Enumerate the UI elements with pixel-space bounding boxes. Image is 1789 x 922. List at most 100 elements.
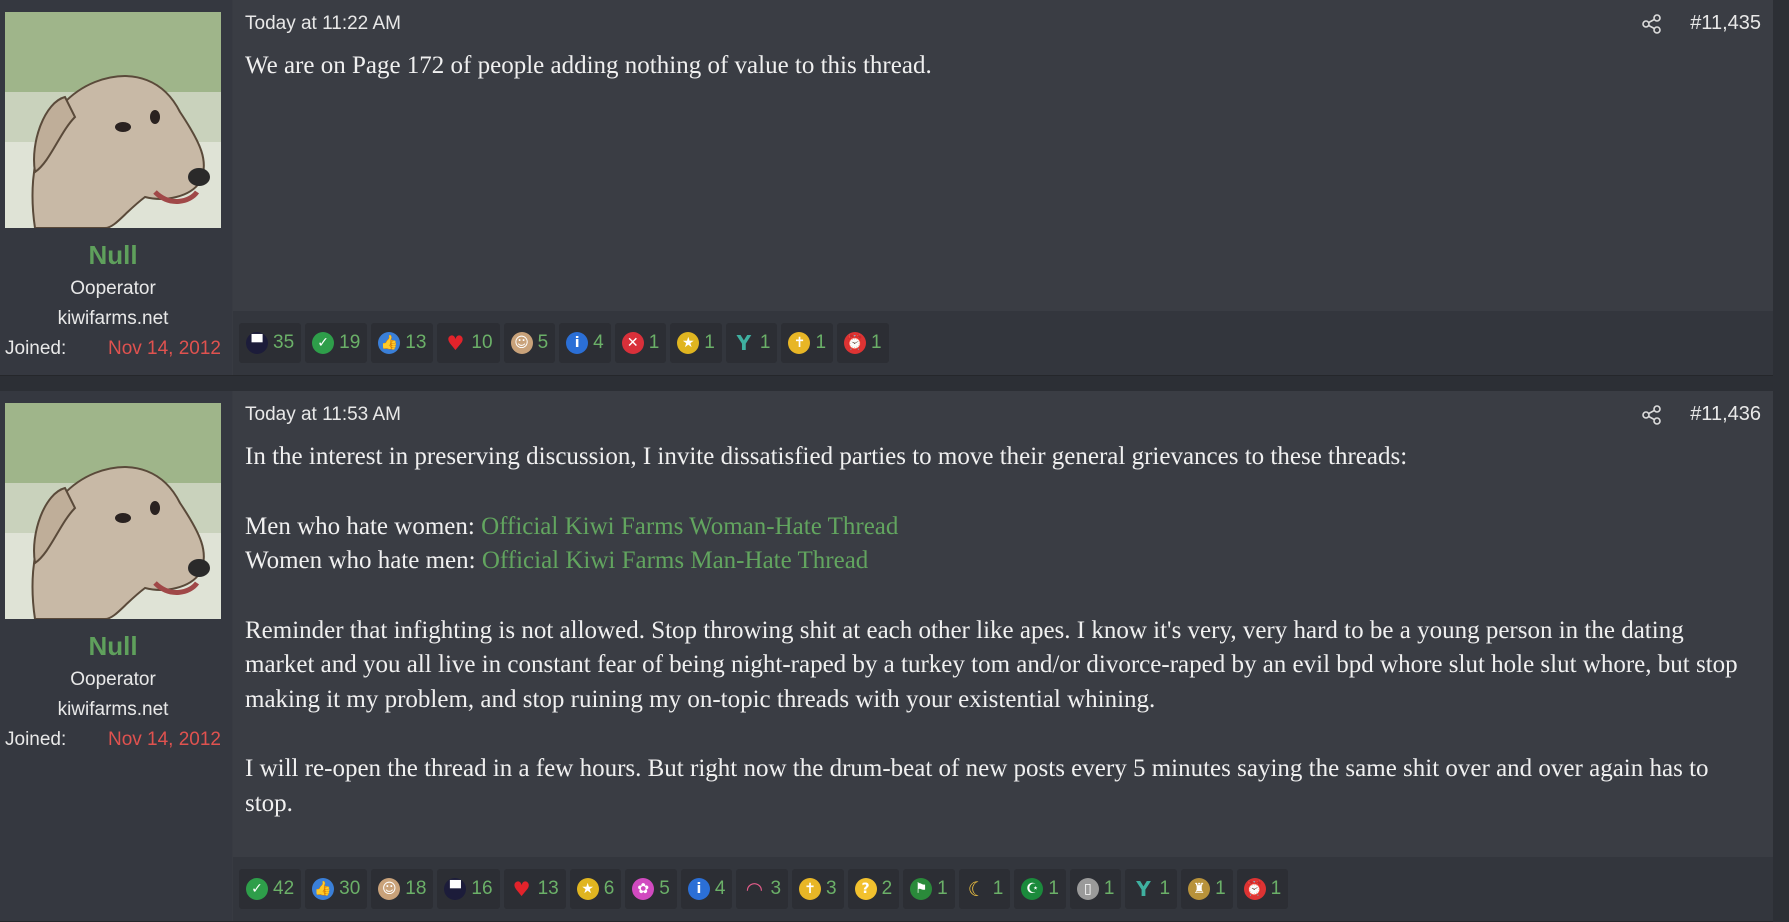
tombstone-icon: ▯ [1076,878,1099,900]
avatar[interactable] [5,403,221,619]
reaction-medal[interactable]: ★ 1 [670,323,722,363]
alarm-clock-icon: ⏰ [844,332,867,354]
reaction-count: 13 [405,332,427,353]
reaction-tombstone[interactable]: ▯ 1 [1069,869,1122,909]
reaction-flag[interactable]: ⚑ 1 [903,869,955,909]
medal-icon: ★ [677,332,700,354]
cocktail-icon: Y [736,331,752,355]
reaction-count: 3 [770,878,782,899]
post-number[interactable]: #11,436 [1690,403,1761,426]
reaction-monkey[interactable]: ☺ 18 [371,869,434,909]
reaction-thumbs-up[interactable]: 👍 30 [305,869,368,909]
checkmark-icon: ✓ [246,878,268,900]
reaction-cocktail[interactable]: Y1 [1125,869,1178,909]
thinking-face-icon: ? [854,878,877,900]
reaction-count: 1 [937,878,948,899]
reaction-alarm-clock[interactable]: ⏰ 1 [1236,869,1289,909]
reaction-medal[interactable]: ★ 6 [569,869,622,909]
reaction-info[interactable]: i4 [680,869,733,909]
reaction-count: 30 [339,878,361,899]
post-timestamp[interactable]: Today at 11:53 AM [245,404,401,426]
puzzle-icon: ✿ [632,878,655,900]
avatar[interactable] [5,12,221,228]
joined-row: Joined: Nov 14, 2012 [5,729,221,751]
heart-icon: ♥ [512,877,531,901]
reaction-star-crescent[interactable]: ☪ 1 [1014,869,1066,909]
reaction-top-hat[interactable]: ▀ 35 [239,323,302,363]
reaction-trophy[interactable]: ♜ 1 [1181,869,1233,909]
thread-link-label: Men who hate women: [245,512,482,540]
cross-icon: ✝ [799,878,822,900]
reaction-thumbs-up[interactable]: 👍 13 [371,323,434,363]
monkey-icon: ☺ [510,332,533,354]
username[interactable]: Null [0,240,226,271]
reaction-checkmark[interactable]: ✓ 19 [305,323,368,363]
joined-label: Joined: [5,338,67,359]
reaction-count: 1 [1103,878,1115,899]
medal-icon: ★ [576,878,599,900]
joined-label: Joined: [5,729,67,750]
reaction-count: 19 [339,332,361,353]
reaction-x[interactable]: ✕ 1 [614,323,667,363]
post-number[interactable]: #11,435 [1690,12,1761,35]
trophy-icon: ♜ [1188,878,1211,900]
reaction-cross[interactable]: ✝ 1 [781,323,834,363]
reaction-count: 10 [471,332,493,353]
post-body: In the interest in preserving discussion… [245,440,1753,821]
thread-link-label: Women who hate men: [245,547,482,574]
reaction-count: 2 [881,878,893,899]
reaction-cross[interactable]: ✝ 3 [792,869,844,909]
user-info-panel: Null Ooperator kiwifarms.net Joined: Nov… [0,391,232,921]
user-title: Ooperator [70,669,156,690]
reaction-count: 1 [648,332,660,353]
reaction-moon[interactable]: ☾ 1 [958,869,1011,909]
user-title: Ooperator [70,278,156,299]
reaction-heart[interactable]: ♥ 10 [437,323,500,363]
reaction-puzzle[interactable]: ✿ 5 [625,869,677,909]
reactions-list: ✓ 42 👍 30 ☺ 18 ▀ 16 ♥ 13 ★ 6 ✿ 5 i 4 ◠ 3 ✝ 3? 2 ⚑ 1 ☾ 1 ☪ 1 ▯ 1 Y 1 ♜ 1 ⏰… [239,869,1289,909]
cross-icon: ✝ [788,332,811,354]
man-hate-thread-link[interactable]: Official Kiwi Farms Man-Hate Thread [482,547,868,574]
reaction-count: 4 [714,878,726,899]
post-main: Today at 11:22 AM #11,435 We are on Page… [233,0,1773,375]
reactions-list: ▀ 35 ✓ 19 👍 13 ♥ 10 ☺ 5 i 4 ✕ 1 ★ 1 Y 1 ✝ 1 ⏰ 1 [239,323,889,363]
reaction-info[interactable]: i4 [559,323,611,363]
reaction-checkmark[interactable]: ✓ 42 [239,869,302,909]
thumbs-up-icon: 👍 [378,332,401,354]
woman-hate-thread-link[interactable]: Official Kiwi Farms Woman-Hate Thread [481,513,898,540]
reaction-thinking-face[interactable]: ? 2 [847,869,900,909]
post-main: Today at 11:53 AM #11,436 In the interes… [233,391,1773,921]
user-site: kiwifarms.net [57,308,169,329]
info-icon: i [566,332,589,354]
reactions-bar: ✓ 42 👍 30 ☺ 18 ▀ 16 ♥ 13 ★ 6 ✿ 5 i 4 ◠ 3 ✝ 3? 2 ⚑ 1 ☾ 1 ☪ 1 ▯ 1 Y 1 ♜ 1 ⏰… [233,857,1773,921]
post-paragraph: I will re-open the thread in a few hours… [245,755,1709,817]
reaction-count: 5 [659,878,670,899]
top-hat-icon: ▀ [444,878,467,900]
reaction-count: 16 [471,878,493,899]
post-paragraph: Reminder that infighting is not allowed.… [245,616,1738,713]
share-icon[interactable] [1641,13,1663,35]
reaction-count: 1 [815,332,827,353]
top-hat-icon: ▀ [246,332,268,354]
reaction-monkey[interactable]: ☺ 5 [503,323,556,363]
reaction-cocktail[interactable]: Y1 [725,323,778,363]
checkmark-icon: ✓ [312,332,335,354]
info-icon: i [687,878,710,900]
reaction-count: 35 [273,332,295,353]
reaction-top-hat[interactable]: ▀ 16 [437,869,500,909]
post-timestamp[interactable]: Today at 11:22 AM [245,13,401,35]
reaction-count: 1 [704,332,715,353]
moon-icon: ☾ [967,877,986,901]
reaction-count: 1 [871,332,882,353]
star-crescent-icon: ☪ [1021,878,1044,900]
post: Null Ooperator kiwifarms.net Joined: Nov… [0,391,1773,922]
user-info-panel: Null Ooperator kiwifarms.net Joined: Nov… [0,0,232,375]
username[interactable]: Null [0,631,226,662]
share-icon[interactable] [1641,404,1663,426]
reaction-alarm-clock[interactable]: ⏰ 1 [837,323,889,363]
monkey-icon: ☺ [378,878,401,900]
reaction-heart[interactable]: ♥ 13 [503,869,566,909]
joined-row: Joined: Nov 14, 2012 [5,338,221,360]
reaction-rainbow[interactable]: ◠ 3 [736,869,789,909]
reaction-count: 4 [593,332,604,353]
